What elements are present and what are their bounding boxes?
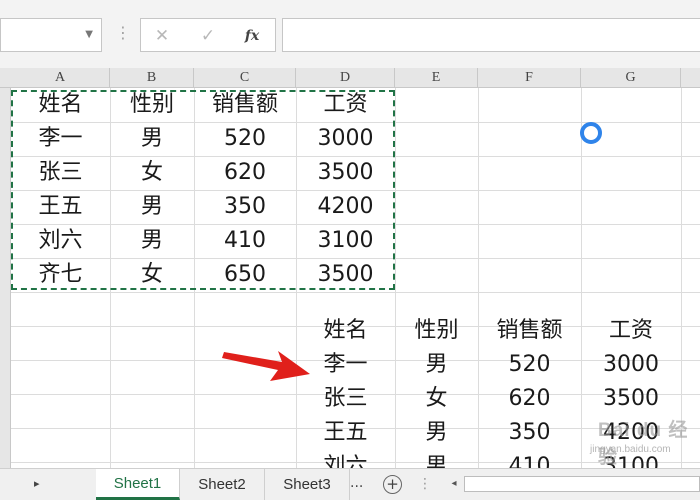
cell-f10[interactable]: 620 bbox=[478, 382, 581, 416]
insert-function-icon[interactable]: fx bbox=[237, 25, 267, 47]
baidu-watermark: Bai du 经验 jingyan.baidu.com bbox=[576, 400, 700, 470]
scroll-left-icon[interactable]: ◂ bbox=[446, 474, 462, 494]
cell-d10[interactable]: 张三 bbox=[296, 382, 395, 416]
tab-sheet3[interactable]: Sheet3 bbox=[265, 469, 350, 500]
watermark-url: jingyan.baidu.com bbox=[590, 444, 671, 455]
chevron-down-icon[interactable]: ▼ bbox=[85, 29, 93, 40]
cell-d12[interactable]: 刘六 bbox=[296, 450, 395, 468]
cell-e10[interactable]: 女 bbox=[395, 382, 478, 416]
column-header-a[interactable]: A bbox=[11, 68, 110, 88]
cell-f8[interactable]: 销售额 bbox=[478, 314, 581, 348]
tab-sheet1[interactable]: Sheet1 bbox=[96, 469, 180, 500]
column-header-e[interactable]: E bbox=[395, 68, 478, 88]
cell-e11[interactable]: 男 bbox=[395, 416, 478, 450]
cell-e9[interactable]: 男 bbox=[395, 348, 478, 382]
formula-input[interactable] bbox=[282, 18, 700, 52]
cell-g9[interactable]: 3000 bbox=[581, 348, 681, 382]
cancel-icon[interactable]: ✕ bbox=[147, 25, 177, 47]
scrollbar-thumb[interactable] bbox=[464, 476, 700, 492]
column-header-g[interactable]: G bbox=[581, 68, 681, 88]
drag-handle-icon[interactable]: ⋮ bbox=[115, 24, 131, 42]
column-header-f[interactable]: F bbox=[478, 68, 581, 88]
column-headers: A B C D E F G bbox=[0, 68, 700, 88]
row-headers[interactable] bbox=[0, 88, 11, 468]
formula-buttons: ✕ ✓ fx bbox=[140, 18, 276, 52]
column-header-d[interactable]: D bbox=[296, 68, 395, 88]
column-header-b[interactable]: B bbox=[110, 68, 194, 88]
tab-scroll-right-icon[interactable]: ▸ bbox=[34, 477, 40, 490]
cell-e8[interactable]: 性别 bbox=[395, 314, 478, 348]
gridline bbox=[11, 292, 700, 293]
loading-ring-icon bbox=[580, 122, 602, 144]
name-box[interactable]: ▼ bbox=[0, 18, 102, 52]
cell-f11[interactable]: 350 bbox=[478, 416, 581, 450]
cell-g8[interactable]: 工资 bbox=[581, 314, 681, 348]
watermark-logo: Bai du 经验 bbox=[598, 420, 689, 468]
cell-e12[interactable]: 男 bbox=[395, 450, 478, 468]
cell-f12[interactable]: 410 bbox=[478, 450, 581, 468]
sheet-tab-bar: ▸ Sheet1 Sheet2 Sheet3 ... + ⋮ ◂ bbox=[0, 468, 700, 500]
cell-f9[interactable]: 520 bbox=[478, 348, 581, 382]
cell-d11[interactable]: 王五 bbox=[296, 416, 395, 450]
add-sheet-button[interactable]: + bbox=[383, 475, 402, 494]
copy-marquee bbox=[11, 90, 395, 290]
formula-bar: ▼ ⋮ ✕ ✓ fx bbox=[0, 0, 700, 68]
red-arrow-icon bbox=[222, 351, 310, 381]
more-sheets-button[interactable]: ... bbox=[350, 469, 363, 500]
tab-sheet2[interactable]: Sheet2 bbox=[180, 469, 265, 500]
column-header-c[interactable]: C bbox=[194, 68, 296, 88]
enter-icon[interactable]: ✓ bbox=[193, 25, 223, 47]
tab-split-handle-icon[interactable]: ⋮ bbox=[418, 476, 432, 492]
horizontal-scrollbar[interactable]: ◂ bbox=[446, 474, 700, 494]
